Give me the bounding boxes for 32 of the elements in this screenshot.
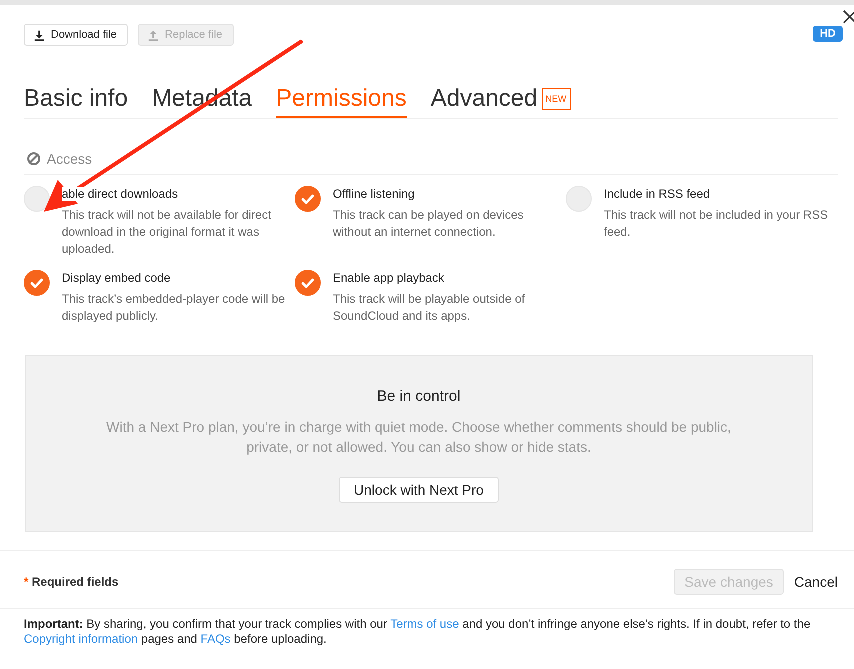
tab[interactable]: Basic info <box>24 84 128 118</box>
download-file-button[interactable]: Download file <box>24 24 128 46</box>
option-description: This track will be playable outside of SoundCloud and its apps. <box>333 291 526 325</box>
required-note: * Required fields <box>24 575 119 589</box>
link[interactable]: FAQs <box>200 632 231 646</box>
important-notice: Important: By sharing, you confirm that your track complies with our Terms of use and you don’t infringe anyone else’s rights. If in doubt, refer to the Copyright information pages and FAQs before uploading. <box>24 617 812 647</box>
close-icon[interactable] <box>843 10 854 24</box>
option-label: Include in RSS feed <box>604 187 712 201</box>
checkbox[interactable] <box>24 270 50 296</box>
tab[interactable]: Advanced <box>430 84 538 118</box>
checkbox[interactable] <box>295 270 321 296</box>
download-icon <box>34 30 45 40</box>
promo-text: With a Next Pro plan, you’re in charge with quiet mode. Choose whether comments should be public, private, or not allowed. You can also show or hide stats. <box>106 418 732 457</box>
option-description: This track will not be included in your RSS feed. <box>604 207 829 241</box>
option-label: Offline listening <box>333 187 417 201</box>
upload-icon <box>148 30 160 40</box>
option-description: This track will not be available for direct download in the original format it was uploaded. <box>62 207 272 258</box>
hd-badge: HD <box>813 26 843 42</box>
option-label: Display embed code <box>62 271 173 285</box>
option-description: This track can be played on devices without an internet connection. <box>333 207 525 241</box>
option-label: able direct downloads <box>62 187 180 201</box>
section-title: Access <box>47 151 92 167</box>
link[interactable]: Copyright information <box>24 632 138 646</box>
option-label: Enable app playback <box>333 271 446 285</box>
link[interactable]: Terms of use <box>390 617 460 631</box>
checkbox[interactable] <box>295 186 321 212</box>
unlock-button[interactable]: Unlock with Next Pro <box>339 477 499 503</box>
promo-title: Be in control <box>377 388 461 405</box>
prohibited-icon <box>27 152 41 166</box>
new-badge: NEW <box>542 88 571 110</box>
option-description: This track’s embedded-player code will be displayed publicly. <box>62 291 286 325</box>
cancel-button[interactable]: Cancel <box>794 574 838 590</box>
